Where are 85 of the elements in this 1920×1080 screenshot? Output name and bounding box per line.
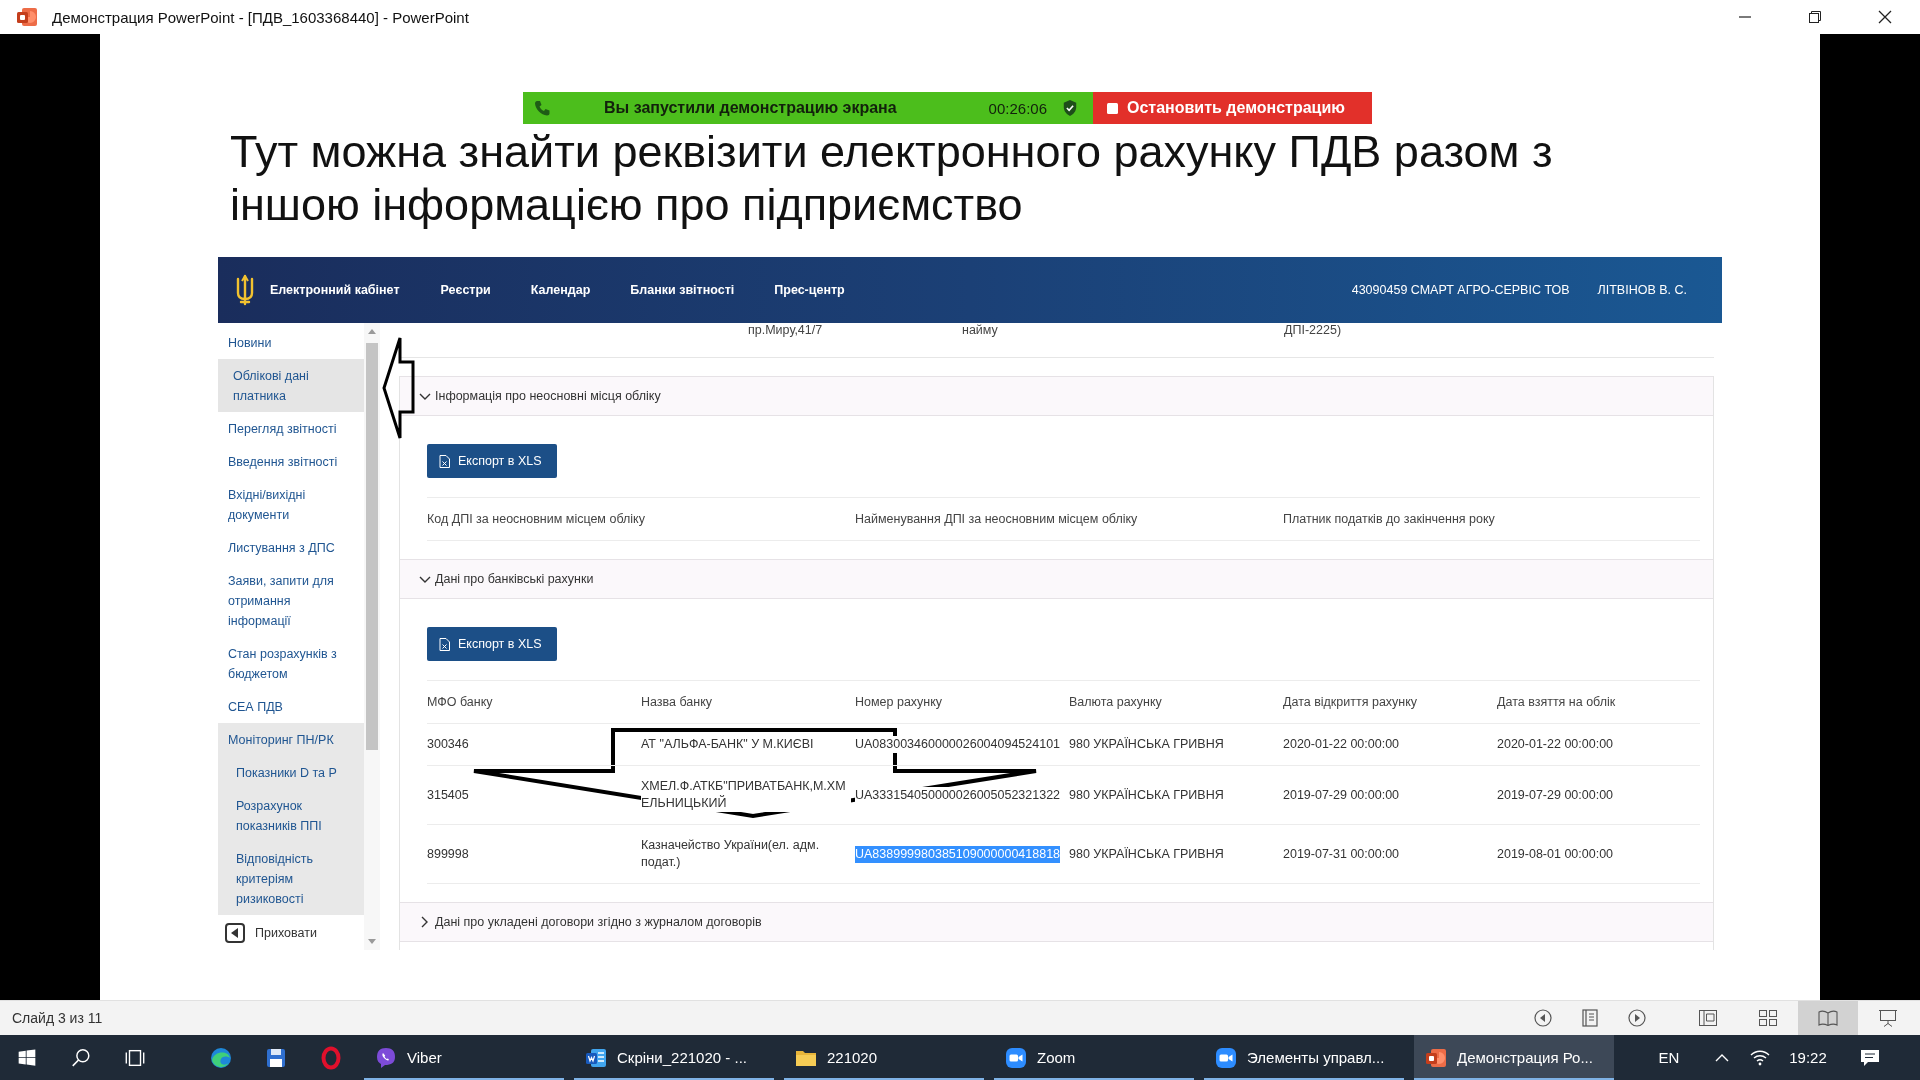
clock[interactable]: 19:22 bbox=[1780, 1035, 1836, 1080]
table-cell: пр.Миру,41/7 bbox=[748, 323, 823, 337]
file-icon bbox=[439, 637, 450, 651]
sidebar-item[interactable]: Введення звітності bbox=[218, 445, 364, 478]
taskbar-button[interactable]: Viber bbox=[364, 1035, 564, 1080]
column-header: Дата відкриття рахунку bbox=[1283, 695, 1418, 709]
video-camera-icon bbox=[1214, 1045, 1238, 1070]
company-name[interactable]: 43090459 СМАРТ АГРО-СЕРВІС ТОВ bbox=[1351, 283, 1570, 297]
next-icon[interactable] bbox=[1627, 1009, 1646, 1027]
accordion-header[interactable]: Дані про банківські рахунки bbox=[400, 559, 1713, 599]
table-cell: ДПІ-2225) bbox=[1284, 323, 1342, 337]
sidebar-item[interactable]: Вхідні/вихідні документи bbox=[218, 478, 364, 531]
shield-check-icon bbox=[1062, 99, 1078, 117]
normal-view-icon bbox=[1699, 1010, 1717, 1026]
sidebar-item[interactable]: Перегляд звітності bbox=[218, 412, 364, 445]
sidebar-item[interactable]: Листування з ДПС bbox=[218, 531, 364, 564]
column-header: Дата взяття на облік bbox=[1497, 695, 1616, 709]
taskbar-button[interactable]: Zoom bbox=[994, 1035, 1194, 1080]
sidebar-item[interactable]: Моніторинг ПН/РК bbox=[218, 723, 364, 756]
column-header: Найменування ДПІ за неосновним місцем обліку bbox=[855, 512, 1138, 526]
account-number: UA083003460000026004094524101 bbox=[855, 736, 1061, 753]
grid-icon bbox=[1759, 1010, 1777, 1026]
sharing-timer: 00:26:06 bbox=[988, 99, 1047, 117]
stop-icon bbox=[1107, 102, 1118, 114]
restore-icon[interactable] bbox=[1809, 11, 1821, 23]
taskbar-button[interactable]: 221020 bbox=[784, 1035, 984, 1080]
sidebar-subitem[interactable]: Розрахунок показників ППІ bbox=[218, 789, 364, 842]
taskbar-button[interactable]: Элементы управл... bbox=[1204, 1035, 1404, 1080]
collapse-icon bbox=[225, 922, 245, 943]
taskbar-button[interactable]: Демонстрация Ро... bbox=[1414, 1035, 1614, 1080]
phone-icon bbox=[533, 99, 551, 117]
hide-sidebar-button[interactable]: Приховати bbox=[218, 915, 364, 950]
scrollbar-thumb[interactable] bbox=[366, 343, 378, 750]
column-header: Платник податків до закінчення року bbox=[1283, 512, 1495, 526]
sidebar-item[interactable]: Облікові дані платника bbox=[218, 359, 364, 412]
sidebar-item[interactable]: Заяви, запити для отримання інформації bbox=[218, 564, 364, 637]
scroll-up-icon[interactable] bbox=[368, 329, 376, 334]
export-button[interactable]: Експорт в XLS bbox=[427, 444, 557, 478]
export-button[interactable]: Експорт в XLS bbox=[427, 627, 557, 661]
notification-icon[interactable] bbox=[1860, 1048, 1880, 1067]
scrollbar[interactable] bbox=[364, 323, 380, 950]
slide-counter: Слайд 3 из 11 bbox=[12, 1010, 103, 1026]
nav-link[interactable]: Реєстри bbox=[440, 283, 491, 297]
wifi-icon[interactable] bbox=[1750, 1049, 1770, 1066]
slide-heading: Тут можна знайти реквізити електронного рахунку ПДВ разом з іншою інформацією про підприємство bbox=[230, 125, 1554, 231]
chevron-up-icon[interactable] bbox=[1715, 1053, 1729, 1062]
sharing-message: Вы запустили демонстрацию экрана bbox=[604, 99, 897, 117]
previous-icon[interactable] bbox=[1533, 1009, 1552, 1027]
column-header: Номер рахунку bbox=[855, 695, 943, 709]
sidebar-item[interactable]: Стан розрахунків з бюджетом bbox=[218, 637, 364, 690]
table-cell: ХМЕЛ.Ф.АТКБ"ПРИВАТБАНК,М.ХМЕЛЬНИЦЬКИЙ bbox=[641, 778, 851, 812]
taskbar-button[interactable]: Скріни_221020 - ... bbox=[574, 1035, 774, 1080]
column-header: Код ДПІ за неосновним місцем обліку bbox=[427, 512, 645, 526]
sidebar-subitem[interactable]: Відповідність критеріям ризиковості bbox=[218, 842, 364, 915]
nav-link[interactable]: Бланки звітності bbox=[630, 283, 735, 297]
close-icon[interactable] bbox=[1878, 10, 1892, 24]
nav-link[interactable]: Прес-центр bbox=[774, 283, 845, 297]
sidebar-item[interactable]: СЕА ПДВ bbox=[218, 690, 364, 723]
account-number: UA333154050000026005052321322 bbox=[855, 786, 1061, 804]
book-icon bbox=[1818, 1010, 1838, 1026]
sidebar-subitem[interactable]: Показники D та P bbox=[218, 756, 364, 789]
search-icon[interactable] bbox=[70, 1046, 92, 1069]
column-header: МФО банку bbox=[427, 695, 493, 709]
file-icon bbox=[439, 454, 450, 468]
page-icon[interactable] bbox=[1581, 1009, 1598, 1027]
window-title: Демонстрация PowerPoint - [ПДВ_1603368440] - PowerPoint bbox=[52, 8, 469, 26]
swirl-icon bbox=[208, 1045, 233, 1070]
column-header: Валюта рахунку bbox=[1069, 695, 1162, 709]
slides-tile-icon bbox=[15, 5, 39, 29]
screen-icon bbox=[1879, 1009, 1897, 1027]
portal-title: Електронний кабінет bbox=[270, 283, 400, 297]
user-name[interactable]: ЛІТВІНОВ В. С. bbox=[1597, 283, 1687, 297]
accordion-header[interactable]: Дані про укладені договори згідно з журналом договорів bbox=[400, 902, 1713, 942]
language-indicator[interactable]: EN bbox=[1649, 1035, 1689, 1080]
nav-link[interactable]: Календар bbox=[530, 283, 591, 297]
phone-bubble-icon bbox=[374, 1045, 398, 1070]
table-cell: найму bbox=[962, 323, 998, 337]
video-camera-icon bbox=[1004, 1045, 1028, 1070]
account-number: UA838999980385109000000418818 bbox=[855, 845, 1061, 863]
accordion-header[interactable]: Інформація про неосновні місця обліку bbox=[400, 376, 1713, 416]
stop-sharing-button[interactable]: Остановить демонстрацию bbox=[1093, 92, 1372, 124]
sidebar-item[interactable]: Новини bbox=[218, 326, 364, 359]
column-header: Назва банку bbox=[641, 695, 713, 709]
scroll-down-icon[interactable] bbox=[368, 939, 376, 944]
start-icon[interactable] bbox=[17, 1047, 37, 1068]
